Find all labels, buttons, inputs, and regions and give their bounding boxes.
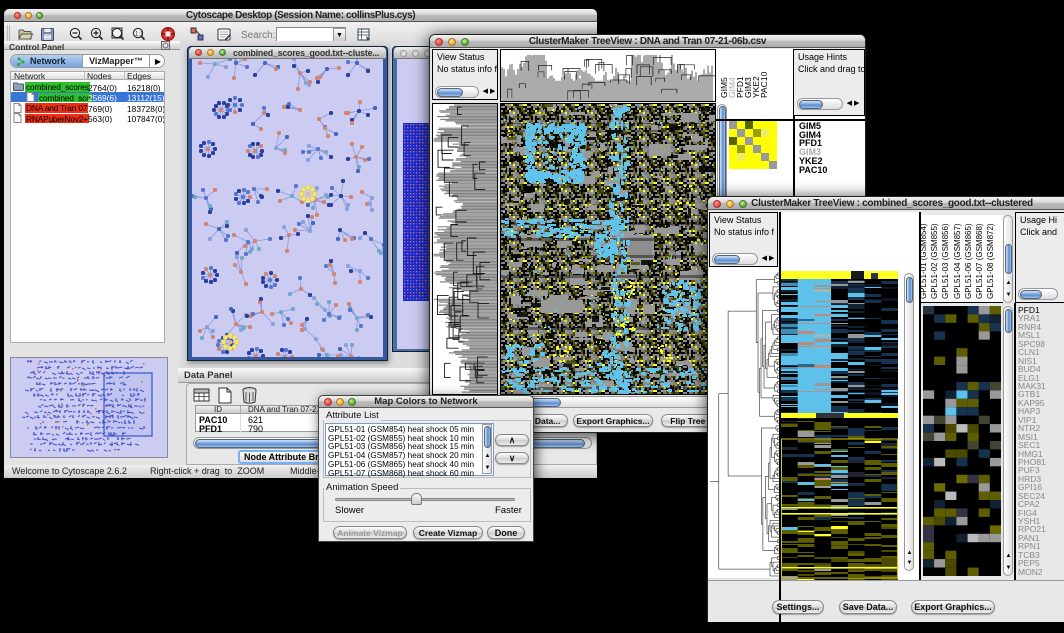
svg-text:1:1: 1:1: [135, 32, 144, 38]
